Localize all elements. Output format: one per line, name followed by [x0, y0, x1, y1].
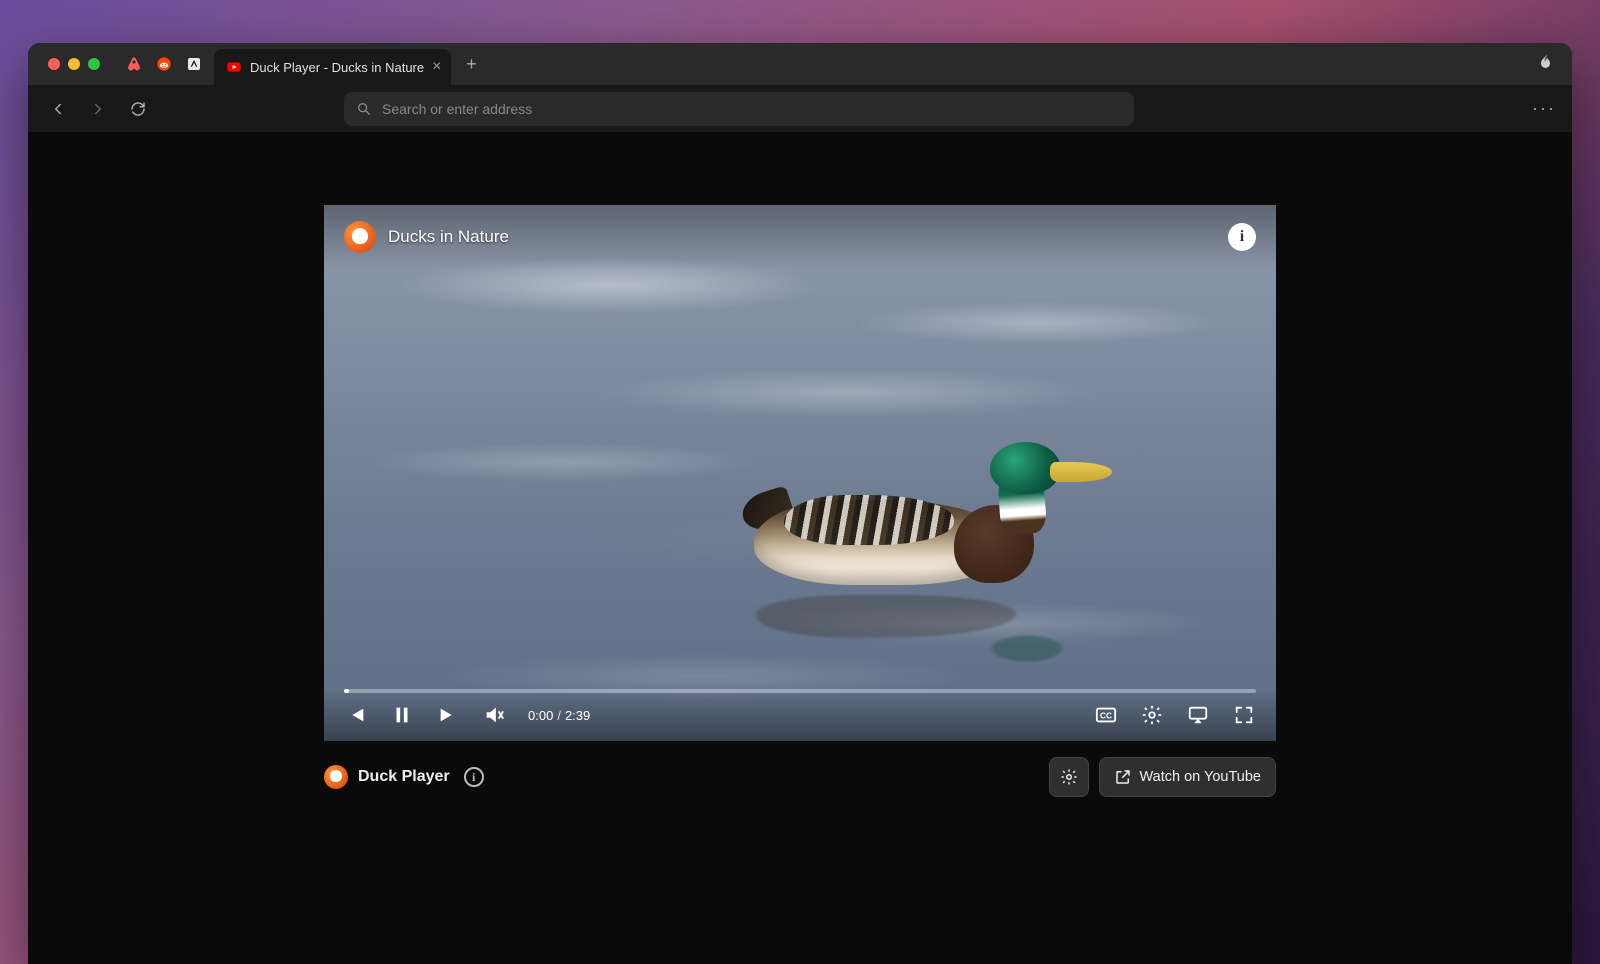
video-player[interactable]: Ducks in Nature i [324, 205, 1276, 741]
active-tab[interactable]: Duck Player - Ducks in Nature × [214, 49, 451, 85]
video-info-button[interactable]: i [1228, 223, 1256, 251]
player-container: Ducks in Nature i [324, 205, 1276, 964]
airbnb-icon [126, 56, 142, 72]
progress-bar[interactable] [344, 689, 1256, 693]
forward-button[interactable] [84, 95, 112, 123]
controls-row: 0:00 / 2:39 CC [344, 703, 1256, 727]
pinned-tabs [120, 50, 208, 78]
duck-player-label: Duck Player [358, 768, 450, 786]
minimize-window-button[interactable] [68, 58, 80, 70]
airplay-button[interactable] [1186, 703, 1210, 727]
progress-fill [344, 689, 349, 693]
external-link-icon [1114, 768, 1132, 786]
address-input[interactable] [382, 101, 1122, 117]
time-display: 0:00 / 2:39 [528, 708, 590, 723]
player-bottom-bar: Duck Player i Watch on YouTube [324, 755, 1276, 799]
app-icon [186, 56, 202, 72]
address-bar[interactable] [344, 92, 1134, 126]
reddit-icon [156, 56, 172, 72]
total-duration: 2:39 [565, 708, 590, 723]
current-time: 0:00 [528, 708, 553, 723]
window-controls [38, 58, 110, 70]
pinned-tab-3[interactable] [180, 50, 208, 78]
previous-button[interactable] [344, 703, 368, 727]
search-icon [356, 101, 372, 117]
pause-button[interactable] [390, 703, 414, 727]
maximize-window-button[interactable] [88, 58, 100, 70]
next-button[interactable] [436, 703, 460, 727]
page-content: Ducks in Nature i [28, 133, 1572, 964]
video-title[interactable]: Ducks in Nature [388, 227, 509, 247]
back-button[interactable] [44, 95, 72, 123]
new-tab-button[interactable]: + [457, 50, 485, 78]
overflow-menu-button[interactable]: ··· [1532, 98, 1556, 119]
toolbar: ··· [28, 85, 1572, 133]
duck-illustration [754, 460, 1114, 610]
toolbar-right: ··· [1532, 98, 1556, 119]
tab-close-button[interactable]: × [432, 58, 441, 76]
reload-button[interactable] [124, 95, 152, 123]
video-header: Ducks in Nature i [324, 205, 1276, 269]
watch-on-youtube-label: Watch on YouTube [1140, 769, 1261, 785]
close-window-button[interactable] [48, 58, 60, 70]
svg-text:CC: CC [1100, 712, 1112, 721]
youtube-icon [226, 59, 242, 75]
duck-player-info-button[interactable]: i [464, 767, 484, 787]
browser-window: Duck Player - Ducks in Nature × + ··· [28, 43, 1572, 964]
player-settings-button[interactable] [1049, 757, 1089, 797]
duck-player-logo [324, 765, 348, 789]
tab-bar: Duck Player - Ducks in Nature × + [28, 43, 1572, 85]
fire-icon[interactable] [1538, 58, 1556, 75]
watch-on-youtube-button[interactable]: Watch on YouTube [1099, 757, 1276, 797]
fullscreen-button[interactable] [1232, 703, 1256, 727]
gear-icon [1060, 768, 1078, 786]
pinned-tab-airbnb[interactable] [120, 50, 148, 78]
time-separator: / [557, 708, 561, 723]
settings-button[interactable] [1140, 703, 1164, 727]
video-controls: 0:00 / 2:39 CC [324, 689, 1276, 741]
mute-button[interactable] [482, 703, 506, 727]
pinned-tab-reddit[interactable] [150, 50, 178, 78]
video-frame [324, 205, 1276, 741]
tab-title: Duck Player - Ducks in Nature [250, 60, 424, 75]
tab-bar-right [1538, 53, 1572, 76]
channel-avatar[interactable] [344, 221, 376, 253]
captions-button[interactable]: CC [1094, 703, 1118, 727]
